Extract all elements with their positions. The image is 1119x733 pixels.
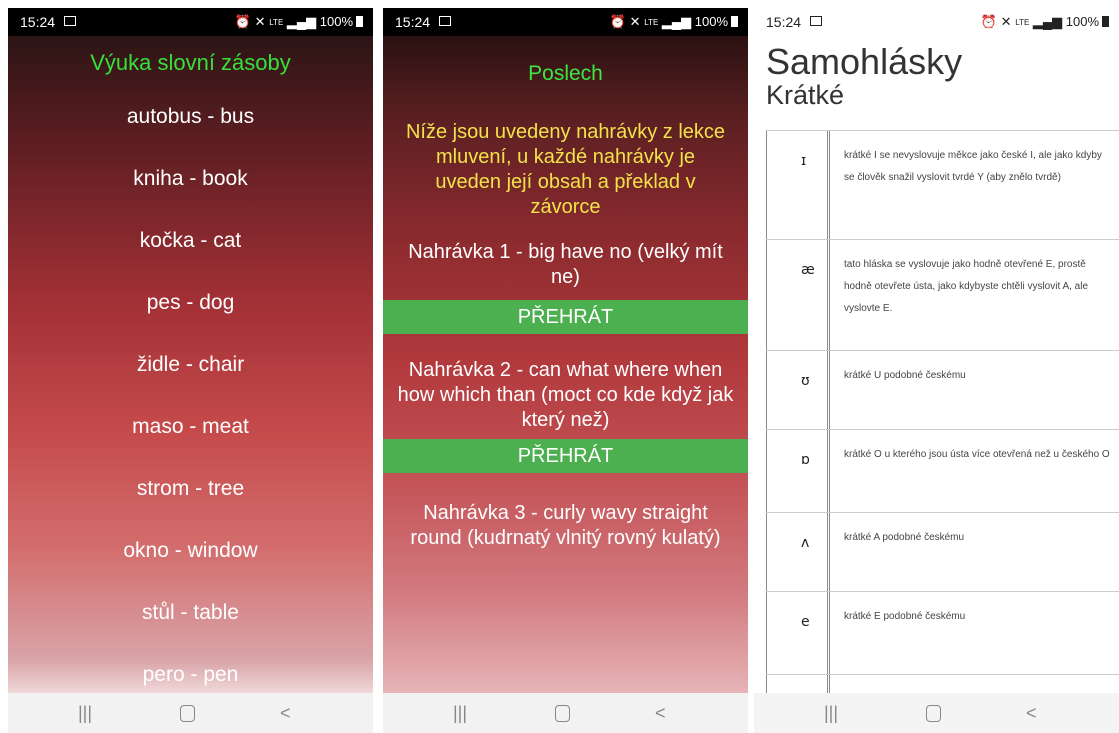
phoneme-description: krátké O u kterého jsou ústa více otevře…	[844, 449, 1110, 460]
image-notification-icon	[439, 16, 451, 26]
recent-apps-button[interactable]: |||	[824, 703, 838, 724]
vocab-item[interactable]: strom - tree	[8, 458, 373, 520]
home-button[interactable]	[926, 705, 941, 722]
recording-text: Nahrávka 3 - curly wavy straight round (…	[410, 502, 721, 549]
play-button[interactable]: PŘEHRÁT	[383, 439, 748, 473]
intro-text: Níže jsou uvedeny nahrávky z lekce mluve…	[405, 121, 726, 218]
phoneme-description: krátké A podobné českému	[844, 532, 965, 543]
signal-icon: ▂▄▆	[661, 14, 692, 29]
status-time: 15:24	[766, 14, 802, 30]
vowels-table: ɪ krátké I se nevyslovuje měkce jako čes…	[766, 130, 1119, 693]
phoneme-description: tato hláska se vyslovuje jako hodně otev…	[844, 259, 1089, 314]
status-bar: 15:24 ⏰ ✕ LTE ▂▄▆ 100%	[383, 8, 748, 36]
status-bar: 15:24 ⏰ ✕ LTE ▂▄▆ 100%	[754, 8, 1119, 36]
mute-icon: ✕	[1000, 14, 1012, 29]
phoneme-description: krátké I se nevyslovuje měkce jako české…	[844, 150, 1102, 183]
vocab-item[interactable]: pes - dog	[8, 272, 373, 334]
vocab-item[interactable]: pero - pen	[8, 644, 373, 693]
lte-icon: LTE	[269, 17, 284, 27]
phoneme-description: krátké E podobné českému	[844, 611, 966, 622]
page-title: Poslech	[528, 62, 603, 85]
app-content: Výuka slovní zásoby autobus - bus kniha …	[8, 36, 373, 693]
table-row: ʊ krátké U podobné českému	[766, 351, 1119, 430]
status-right: ⏰ ✕ LTE ▂▄▆ 100%	[235, 14, 363, 30]
home-button[interactable]	[180, 705, 195, 722]
table-row: ɒ krátké O u kterého jsou ústa více otev…	[766, 430, 1119, 513]
recording-text: Nahrávka 1 - big have no (velký mít ne)	[408, 241, 723, 288]
vocab-list: autobus - bus kniha - book kočka - cat p…	[8, 86, 373, 693]
page-title: Výuka slovní zásoby	[90, 50, 291, 75]
vocab-item[interactable]: židle - chair	[8, 334, 373, 396]
vocab-item[interactable]: maso - meat	[8, 396, 373, 458]
image-notification-icon	[810, 16, 822, 26]
vocab-item[interactable]: kočka - cat	[8, 210, 373, 272]
status-time: 15:24	[395, 14, 431, 30]
play-button[interactable]: PŘEHRÁT	[383, 300, 748, 334]
listening-screen: 15:24 ⏰ ✕ LTE ▂▄▆ 100% Poslech Níže jsou…	[383, 8, 748, 733]
vocab-item[interactable]: kniha - book	[8, 148, 373, 210]
vocab-item[interactable]: autobus - bus	[8, 86, 373, 148]
lte-icon: LTE	[644, 17, 659, 27]
back-button[interactable]: <	[655, 703, 666, 724]
recent-apps-button[interactable]: |||	[453, 703, 467, 724]
table-row	[766, 675, 1119, 693]
page-subtitle: Krátké	[766, 80, 845, 110]
vocabulary-screen: 15:24 ⏰ ✕ LTE ▂▄▆ 100% Výuka slovní záso…	[8, 8, 373, 733]
table-row: æ tato hláska se vyslovuje jako hodně ot…	[766, 240, 1119, 351]
vocab-item[interactable]: okno - window	[8, 520, 373, 582]
battery-level: 100%	[694, 14, 728, 29]
battery-icon	[1102, 16, 1109, 27]
nav-bar: ||| <	[754, 693, 1119, 733]
signal-icon: ▂▄▆	[1032, 14, 1063, 29]
battery-icon	[356, 16, 363, 27]
battery-icon	[731, 16, 738, 27]
phoneme-symbol: ɪ	[766, 131, 830, 239]
status-bar: 15:24 ⏰ ✕ LTE ▂▄▆ 100%	[8, 8, 373, 36]
status-right: ⏰ ✕ LTE ▂▄▆ 100%	[981, 14, 1109, 30]
mute-icon: ✕	[629, 14, 641, 29]
phoneme-symbol	[766, 675, 830, 693]
recent-apps-button[interactable]: |||	[78, 703, 92, 724]
back-button[interactable]: <	[280, 703, 291, 724]
phoneme-description	[830, 675, 1119, 693]
nav-bar: ||| <	[383, 693, 748, 733]
battery-level: 100%	[1065, 14, 1099, 29]
back-button[interactable]: <	[1026, 703, 1037, 724]
vowels-screen: 15:24 ⏰ ✕ LTE ▂▄▆ 100% Samohlásky Krátké…	[754, 8, 1119, 733]
signal-icon: ▂▄▆	[286, 14, 317, 29]
battery-level: 100%	[319, 14, 353, 29]
app-content: Poslech Níže jsou uvedeny nahrávky z lek…	[383, 36, 748, 693]
status-time: 15:24	[20, 14, 56, 30]
table-row: e krátké E podobné českému	[766, 592, 1119, 675]
table-row: ʌ krátké A podobné českému	[766, 513, 1119, 592]
image-notification-icon	[64, 16, 76, 26]
phoneme-symbol: e	[766, 592, 830, 674]
phoneme-description: krátké U podobné českému	[844, 370, 966, 381]
vocab-item[interactable]: stůl - table	[8, 582, 373, 644]
mute-icon: ✕	[254, 14, 266, 29]
home-button[interactable]	[555, 705, 570, 722]
phoneme-symbol: æ	[766, 240, 830, 350]
lte-icon: LTE	[1015, 17, 1030, 27]
status-right: ⏰ ✕ LTE ▂▄▆ 100%	[610, 14, 738, 30]
page-title: Samohlásky	[766, 41, 963, 82]
phoneme-symbol: ʊ	[766, 351, 830, 429]
nav-bar: ||| <	[8, 693, 373, 733]
phoneme-symbol: ʌ	[766, 513, 830, 591]
recording-text: Nahrávka 2 - can what where when how whi…	[397, 359, 734, 431]
phoneme-symbol: ɒ	[766, 430, 830, 512]
table-row: ɪ krátké I se nevyslovuje měkce jako čes…	[766, 131, 1119, 240]
app-content: Samohlásky Krátké ɪ krátké I se nevyslov…	[754, 36, 1119, 693]
